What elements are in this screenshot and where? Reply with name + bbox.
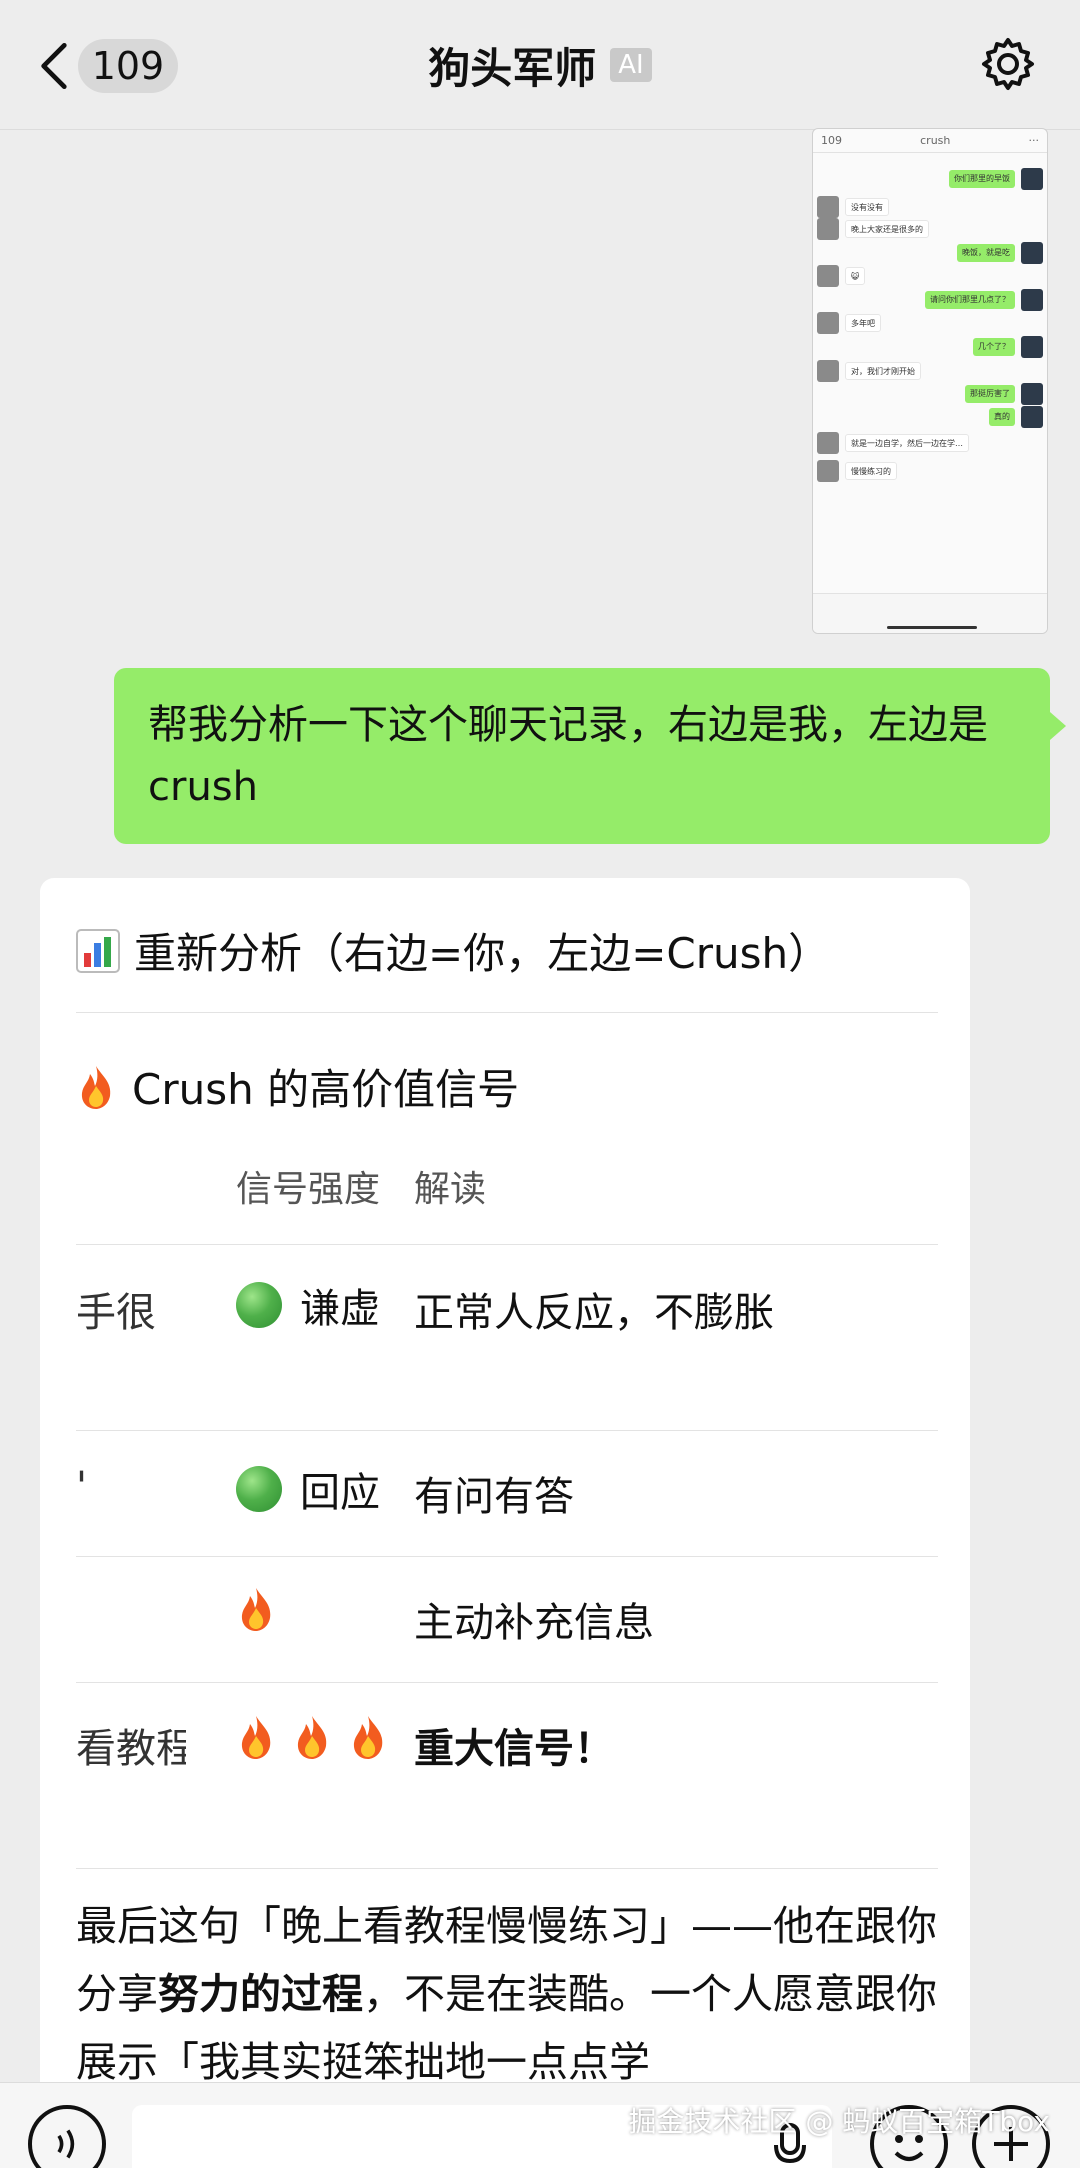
fire-icon <box>353 1716 383 1759</box>
table-divider <box>76 1430 938 1431</box>
mini-avatar <box>817 460 839 482</box>
row2-col1: ' <box>76 1464 87 1510</box>
row1-reading: 正常人反应，不膨胀 <box>414 1290 774 1336</box>
mini-bubble: 晚饭，就是吃 <box>957 244 1015 262</box>
table-divider <box>76 1868 938 1869</box>
bar-chart-icon <box>76 928 120 973</box>
mini-bubble: 没有没有 <box>845 198 889 216</box>
row2-strength-text: 回应 <box>300 1470 380 1516</box>
row4-strength <box>236 1714 388 1760</box>
user-message-bubble[interactable]: 帮我分析一下这个聊天记录，右边是我，左边是 crush <box>114 668 1066 844</box>
mini-avatar <box>817 218 839 240</box>
mini-bubble: 那挺厉害了 <box>965 385 1015 403</box>
mini-bubble: 多年吧 <box>845 314 881 332</box>
mini-chat-row: 那挺厉害了 <box>965 383 1043 405</box>
table-divider <box>76 1556 938 1557</box>
mini-bubble: 几个了？ <box>973 338 1015 356</box>
fire-icon <box>241 1716 271 1759</box>
mini-chat-row: 多年吧 <box>817 312 881 334</box>
table-divider <box>76 1682 938 1683</box>
section-title: Crush 的高价值信号 <box>76 1056 519 1117</box>
row1-col1: 手很 <box>76 1290 156 1336</box>
mini-more-icon: ··· <box>1028 134 1040 147</box>
column-header-strength: 信号强度 <box>236 1169 381 1210</box>
mini-bubble: 你们那里的早饭 <box>949 170 1015 188</box>
paragraph-bold-text: 努力的过程 <box>158 1970 363 2018</box>
table-divider <box>76 1244 938 1245</box>
mini-chat-row: 慢慢练习的 <box>817 460 897 482</box>
mini-avatar <box>817 432 839 454</box>
watermark: 掘金技术社区 @ 蚂蚁百宝箱Tbox <box>628 2105 1050 2138</box>
row4-reading: 重大信号！ <box>414 1726 614 1772</box>
mini-chat-row: 😺 <box>817 265 866 287</box>
mini-bubble: 就是一边自学，然后一边在学… <box>845 434 969 452</box>
mini-unread: 109 <box>821 134 842 147</box>
column-header-reading: 解读 <box>414 1169 487 1210</box>
row3-reading: 主动补充信息 <box>414 1600 654 1646</box>
sound-wave-icon <box>57 2129 75 2159</box>
mini-avatar <box>1021 242 1043 264</box>
mini-chat-row: 几个了？ <box>973 336 1043 358</box>
green-circle-icon <box>236 1466 282 1512</box>
mini-chat-header: 109 crush ··· <box>813 129 1047 153</box>
mini-bubble: 请问你们那里几点了？ <box>925 291 1015 309</box>
analysis-paragraph: 最后这句「晚上看教程慢慢练习」——他在跟你分享努力的过程，不是在装酷。一个人愿意… <box>76 1892 946 2096</box>
mini-avatar <box>817 265 839 287</box>
chat-screenshot-image[interactable]: 109 crush ··· 你们那里的早饭没有没有晚上大家还是很多的晚饭，就是吃… <box>812 128 1048 634</box>
mini-chat-row: 就是一边自学，然后一边在学… <box>817 432 969 454</box>
mini-avatar <box>1021 289 1043 311</box>
mini-avatar <box>1021 168 1043 190</box>
mini-avatar <box>817 360 839 382</box>
divider <box>76 1012 938 1013</box>
mini-bubble: 晚上大家还是很多的 <box>845 220 929 238</box>
mini-bubble: 😺 <box>845 267 866 285</box>
mini-bubble: 慢慢练习的 <box>845 462 897 480</box>
fire-icon <box>241 1588 271 1631</box>
mini-avatar <box>1021 406 1043 428</box>
mini-bubble: 真的 <box>989 408 1015 426</box>
mini-chat-row: 你们那里的早饭 <box>949 168 1043 190</box>
mini-avatar <box>1021 383 1043 405</box>
section-title-text: Crush 的高价值信号 <box>132 1065 520 1114</box>
mini-chat-row: 真的 <box>989 406 1043 428</box>
settings-gear-icon[interactable] <box>978 34 1038 94</box>
row3-strength <box>236 1586 276 1632</box>
mini-avatar <box>817 312 839 334</box>
mini-chat-row: 请问你们那里几点了？ <box>925 289 1043 311</box>
mini-chat-row: 晚饭，就是吃 <box>957 242 1043 264</box>
mini-chat-row: 晚上大家还是很多的 <box>817 218 929 240</box>
analysis-heading: 重新分析（右边=你，左边=Crush） <box>76 920 830 981</box>
mini-avatar <box>1021 336 1043 358</box>
mini-title: crush <box>920 134 951 147</box>
chat-title: 狗头军师 <box>428 43 597 93</box>
chat-header: 109 狗头军师 AI <box>0 0 1080 130</box>
mini-avatar <box>817 196 839 218</box>
row2-reading: 有问有答 <box>414 1474 574 1520</box>
row1-strength-text: 谦虚 <box>300 1286 380 1332</box>
row1-strength: 谦虚 <box>236 1276 380 1334</box>
fire-icon <box>81 1065 111 1109</box>
ai-tag: AI <box>610 48 652 82</box>
voice-input-button[interactable] <box>28 2105 106 2168</box>
row2-strength: 回应 <box>236 1460 380 1518</box>
ai-reply-card[interactable]: 重新分析（右边=你，左边=Crush） Crush 的高价值信号 信号强度 解读… <box>40 878 970 2168</box>
green-circle-icon <box>236 1282 282 1328</box>
mini-chat-row: 对，我们才刚开始 <box>817 360 921 382</box>
mini-input-bar <box>813 593 1047 633</box>
fire-icon <box>297 1716 327 1759</box>
row4-col1: 看教程 <box>76 1726 186 1772</box>
analysis-heading-text: 重新分析（右边=你，左边=Crush） <box>134 929 831 978</box>
mini-chat-row: 没有没有 <box>817 196 889 218</box>
mini-bubble: 对，我们才刚开始 <box>845 362 921 380</box>
